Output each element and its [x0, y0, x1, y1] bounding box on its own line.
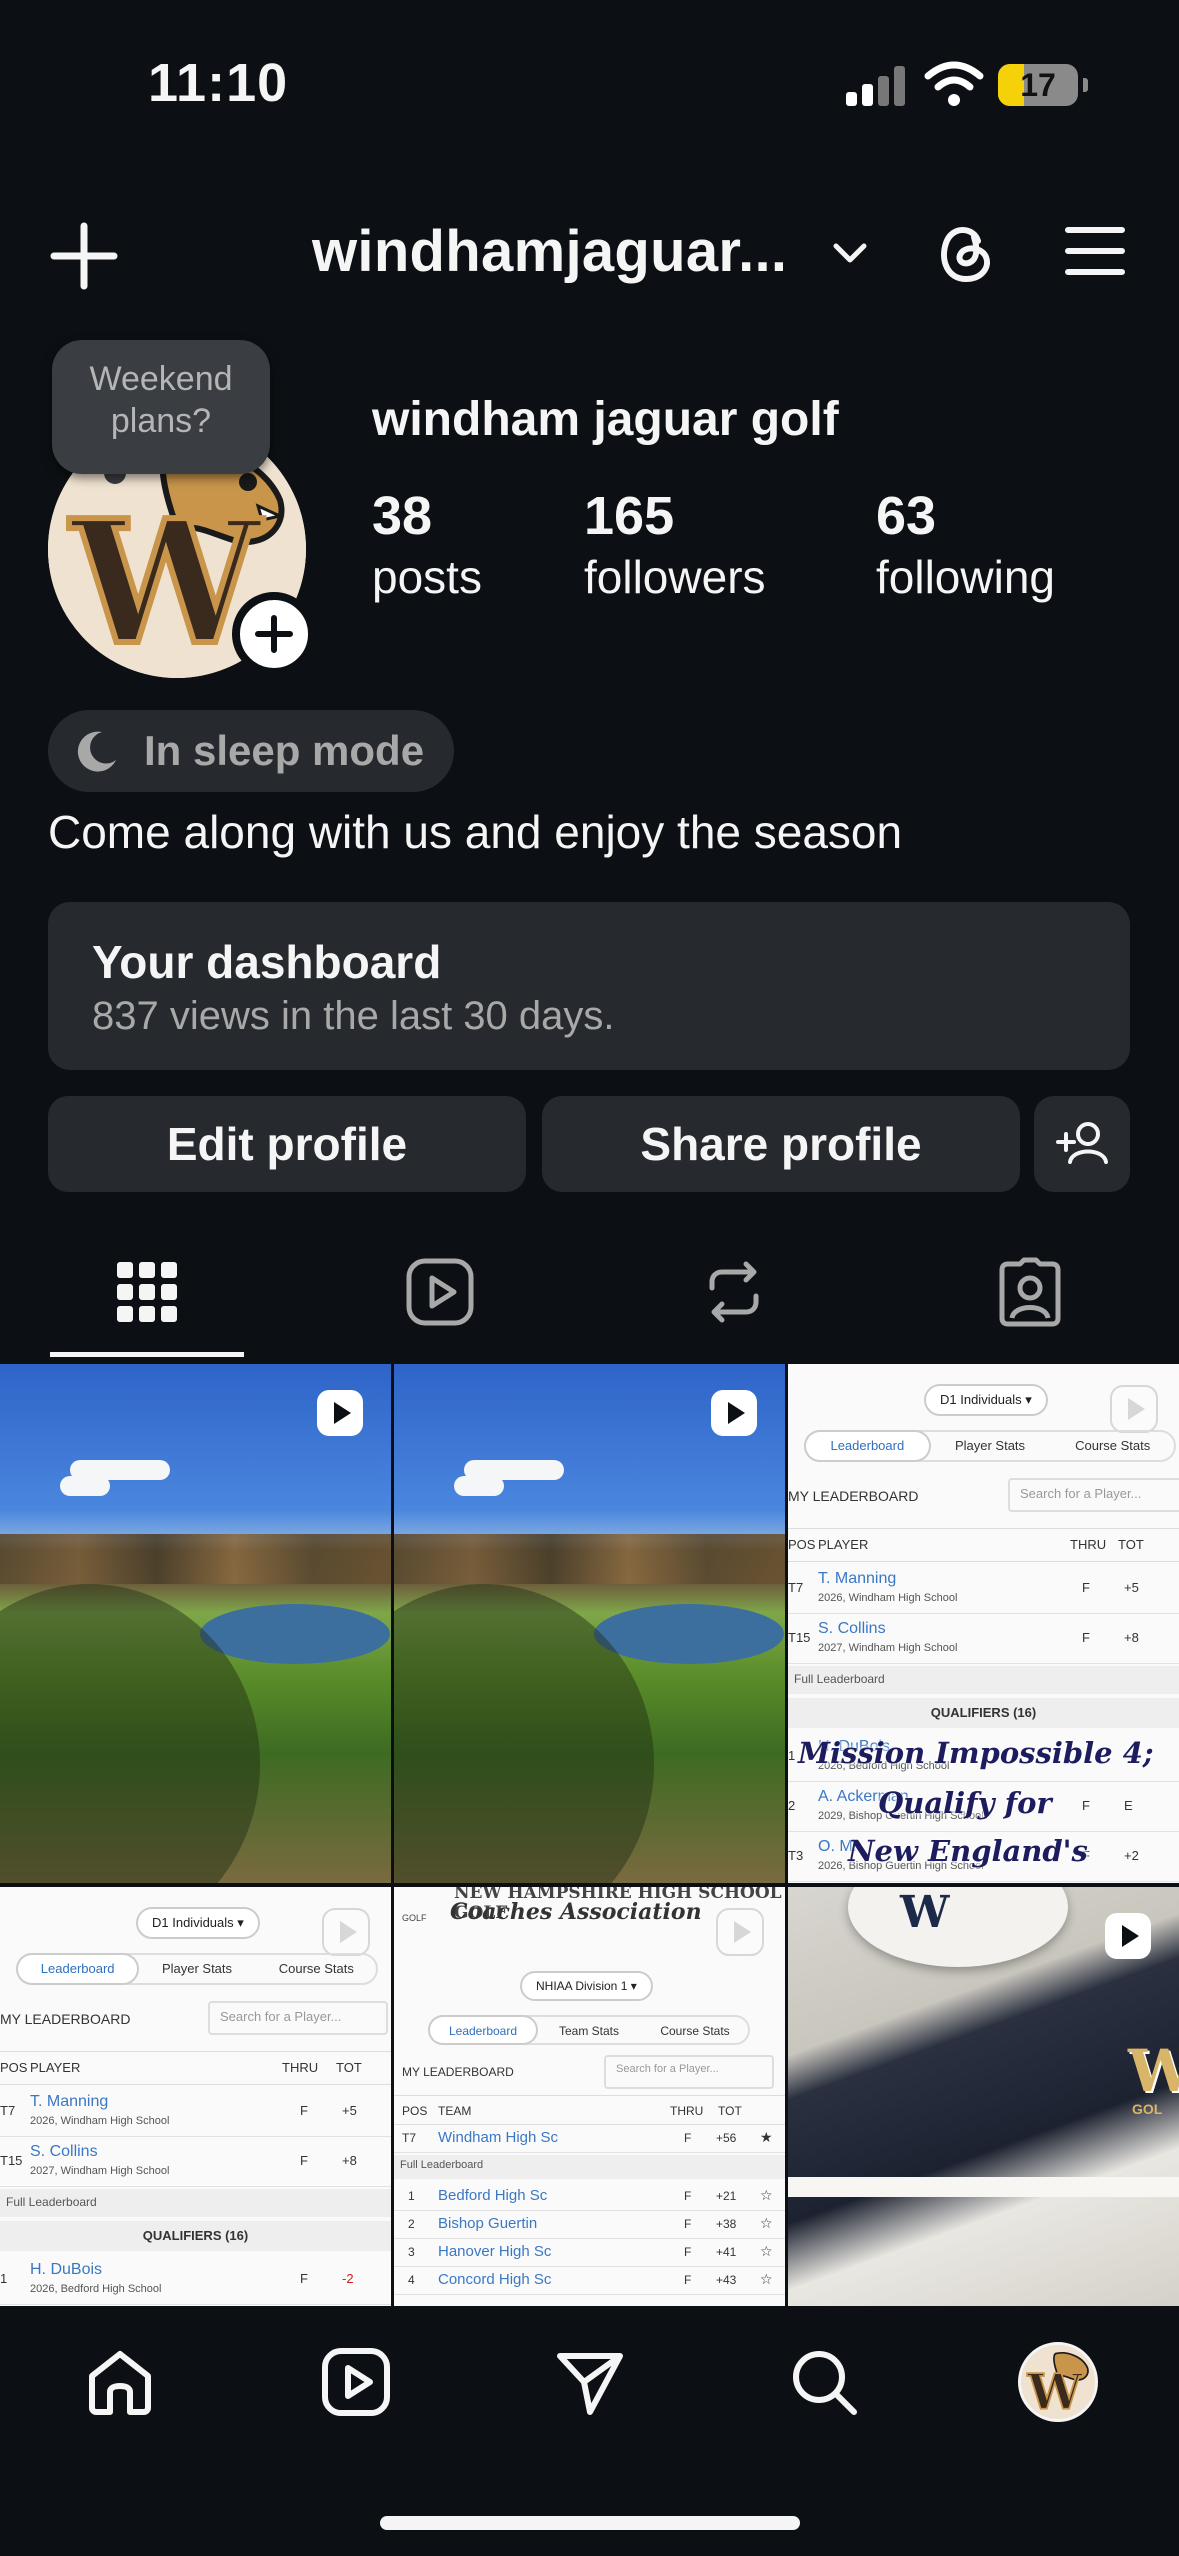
- professional-dashboard[interactable]: Your dashboard 837 views in the last 30 …: [48, 902, 1130, 1070]
- overlay-caption-line-2: Qualify for: [878, 1786, 1052, 1820]
- create-plus-icon[interactable]: [48, 220, 120, 292]
- post-tile-reel-2[interactable]: [394, 1364, 785, 1883]
- edit-profile-button[interactable]: Edit profile: [48, 1096, 526, 1192]
- golf-logo: GOLF: [402, 1913, 427, 1923]
- posts-stat[interactable]: 38 posts: [372, 484, 482, 606]
- menu-icon[interactable]: [1064, 224, 1126, 278]
- battery-level: 17: [1020, 67, 1056, 103]
- post-tile-reel-apparel[interactable]: W W GOL: [788, 1887, 1179, 2306]
- account-switcher-username[interactable]: windhamjaguar...: [312, 218, 787, 285]
- moon-icon: [77, 731, 116, 772]
- post-tile-leaderboard-individuals[interactable]: D1 Individuals ▾ Leaderboard Player Stat…: [0, 1887, 391, 2306]
- messages-icon[interactable]: [554, 2346, 626, 2418]
- overlay-caption-line-1: Mission Impossible 4;: [798, 1736, 1154, 1770]
- star-outline-icon: ☆: [760, 2271, 773, 2287]
- reels-icon[interactable]: [320, 2346, 392, 2418]
- tagged-icon[interactable]: [994, 1256, 1066, 1328]
- reel-badge-icon: [1105, 1913, 1151, 1959]
- dashboard-title: Your dashboard: [92, 936, 442, 988]
- reel-badge-icon: [716, 1908, 764, 1956]
- favorite-star-icon: ★: [760, 2129, 773, 2145]
- add-story-button[interactable]: [232, 592, 316, 676]
- reel-badge-icon: [322, 1908, 370, 1956]
- following-stat[interactable]: 63 following: [876, 484, 1055, 606]
- battery-icon: 17: [998, 64, 1088, 106]
- star-outline-icon: ☆: [760, 2243, 773, 2259]
- star-outline-icon: ☆: [760, 2215, 773, 2231]
- threads-icon[interactable]: [930, 215, 998, 287]
- share-profile-button[interactable]: Share profile: [542, 1096, 1020, 1192]
- svg-text:W: W: [1026, 2364, 1083, 2419]
- overlay-caption-line-3: New England's: [848, 1834, 1088, 1868]
- shirt-logo-text: GOL: [1132, 2101, 1163, 2117]
- post-tile-reel-1[interactable]: [0, 1364, 391, 1883]
- display-name: windham jaguar golf: [372, 393, 839, 446]
- cap-logo-letter: W: [900, 1887, 950, 1938]
- dashboard-subtitle: 837 views in the last 30 days.: [92, 994, 615, 1038]
- grid-icon[interactable]: [111, 1256, 183, 1328]
- profile-bio: Come along with us and enjoy the season: [48, 806, 903, 858]
- reel-badge-icon: [1110, 1385, 1158, 1433]
- reel-badge-icon: [711, 1390, 757, 1436]
- reposts-icon[interactable]: [698, 1256, 770, 1328]
- post-tile-leaderboard-qualify[interactable]: D1 Individuals ▾ Leaderboard Player Stat…: [788, 1364, 1179, 1883]
- wifi-icon: [924, 61, 984, 106]
- shirt-logo-letter: W: [1128, 2037, 1179, 2105]
- home-indicator: [380, 2516, 800, 2530]
- reels-tab-icon[interactable]: [404, 1256, 476, 1328]
- profile-tab-avatar[interactable]: W: [1018, 2342, 1098, 2422]
- profile-note-bubble[interactable]: Weekend plans?: [52, 340, 270, 474]
- discover-people-button[interactable]: [1034, 1096, 1130, 1192]
- followers-stat[interactable]: 165 followers: [584, 484, 766, 606]
- active-tab-indicator: [50, 1352, 244, 1357]
- post-tile-team-leaderboard[interactable]: NEW HAMPSHIRE HIGH SCHOOL GOLF Coaches A…: [394, 1887, 785, 2306]
- chevron-down-icon[interactable]: [830, 234, 870, 274]
- star-outline-icon: ☆: [760, 2187, 773, 2203]
- reel-badge-icon: [317, 1390, 363, 1436]
- search-icon[interactable]: [788, 2346, 860, 2418]
- add-person-icon: [1056, 1122, 1108, 1164]
- cellular-signal-icon: [846, 66, 906, 106]
- home-icon[interactable]: [84, 2346, 156, 2418]
- status-time: 11:10: [148, 53, 289, 113]
